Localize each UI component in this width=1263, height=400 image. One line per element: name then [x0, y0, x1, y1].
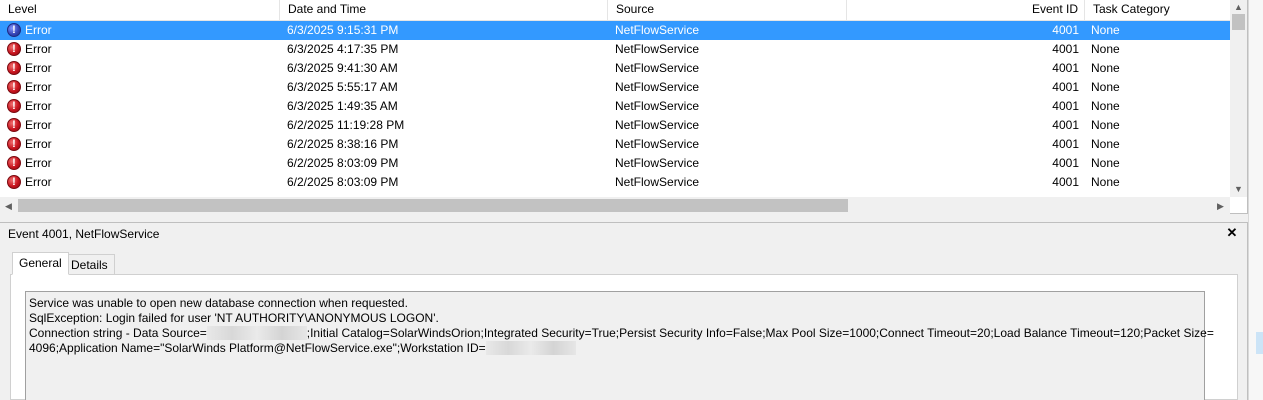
table-row[interactable]: Error 6/2/2025 8:38:16 PM NetFlowService 40…	[0, 135, 1230, 154]
cell-date-time: 6/3/2025 1:49:35 AM	[287, 99, 398, 113]
cell-event-id: 4001	[1052, 23, 1079, 37]
table-row[interactable]: Error 6/3/2025 5:55:17 AM NetFlowService 40…	[0, 78, 1230, 97]
table-row[interactable]: Error 6/3/2025 1:49:35 AM NetFlowService 40…	[0, 97, 1230, 116]
cell-source: NetFlowService	[615, 80, 700, 94]
redacted-workstation-id	[485, 341, 576, 355]
cell-level: Error	[25, 80, 52, 94]
error-icon	[7, 137, 21, 151]
cell-source: NetFlowService	[615, 42, 700, 56]
cell-task-category: None	[1091, 23, 1120, 37]
column-header-level[interactable]: Level	[0, 0, 280, 20]
cell-level: Error	[25, 42, 52, 56]
cell-task-category: None	[1091, 99, 1120, 113]
cell-task-category: None	[1091, 118, 1120, 132]
cell-task-category: None	[1091, 175, 1120, 189]
message-line: Service was unable to open new database …	[29, 296, 408, 310]
horizontal-scroll-thumb[interactable]	[18, 199, 848, 212]
cell-level: Error	[25, 156, 52, 170]
cell-task-category: None	[1091, 80, 1120, 94]
cell-source: NetFlowService	[615, 118, 700, 132]
cell-task-category: None	[1091, 137, 1120, 151]
cell-level: Error	[25, 118, 52, 132]
cell-level: Error	[25, 175, 52, 189]
table-row[interactable]: Error 6/2/2025 8:03:09 PM NetFlowService 40…	[0, 154, 1230, 173]
cell-date-time: 6/3/2025 4:17:35 PM	[287, 42, 399, 56]
column-header-event-id[interactable]: Event ID	[847, 0, 1085, 20]
message-line: Connection string - Data Source= ;Initial…	[29, 326, 1214, 340]
cell-event-id: 4001	[1052, 80, 1079, 94]
cell-task-category: None	[1091, 61, 1120, 75]
error-icon	[7, 175, 21, 189]
cell-level: Error	[25, 137, 52, 151]
error-icon	[7, 61, 21, 75]
close-icon[interactable]: ✕	[1224, 225, 1240, 241]
cell-event-id: 4001	[1052, 137, 1079, 151]
cell-date-time: 6/3/2025 5:55:17 AM	[287, 80, 398, 94]
redacted-data-source	[206, 326, 307, 340]
table-row[interactable]: Error 6/2/2025 11:19:28 PM NetFlowService 4…	[0, 116, 1230, 135]
column-header-task-category[interactable]: Task Category	[1085, 0, 1230, 20]
message-line: SqlException: Login failed for user 'NT …	[29, 311, 439, 325]
scroll-left-icon[interactable]: ◀	[0, 199, 17, 213]
scroll-right-icon[interactable]: ▶	[1212, 199, 1229, 213]
tab-general[interactable]: General	[12, 252, 69, 275]
table-row[interactable]: Error 6/3/2025 9:41:30 AM NetFlowService 40…	[0, 59, 1230, 78]
right-panel-selection	[1256, 332, 1263, 354]
cell-source: NetFlowService	[615, 137, 700, 151]
scroll-up-icon[interactable]: ▲	[1230, 0, 1247, 14]
table-row[interactable]: Error 6/3/2025 9:15:31 PM NetFlowService 40…	[0, 21, 1230, 40]
cell-source: NetFlowService	[615, 61, 700, 75]
error-icon	[7, 156, 21, 170]
cell-event-id: 4001	[1052, 42, 1079, 56]
error-icon	[7, 42, 21, 56]
cell-date-time: 6/2/2025 8:03:09 PM	[287, 175, 399, 189]
cell-source: NetFlowService	[615, 99, 700, 113]
table-row[interactable]: Error 6/3/2025 4:17:35 PM NetFlowService 40…	[0, 40, 1230, 59]
cell-level: Error	[25, 23, 52, 37]
event-list-header: Level Date and Time Source Event ID Task…	[0, 0, 1230, 21]
cell-date-time: 6/3/2025 9:15:31 PM	[287, 23, 399, 37]
event-rows: Error 6/3/2025 9:15:31 PM NetFlowService 40…	[0, 21, 1230, 192]
event-message-box[interactable]: Service was unable to open new database …	[25, 291, 1214, 400]
cell-task-category: None	[1091, 42, 1120, 56]
cell-level: Error	[25, 61, 52, 75]
scroll-down-icon[interactable]: ▼	[1230, 182, 1247, 196]
error-icon	[7, 99, 21, 113]
cell-event-id: 4001	[1052, 99, 1079, 113]
cell-event-id: 4001	[1052, 118, 1079, 132]
cell-event-id: 4001	[1052, 175, 1079, 189]
cell-task-category: None	[1091, 156, 1120, 170]
tab-details[interactable]: Details	[64, 254, 115, 275]
table-row[interactable]: Error 6/2/2025 8:03:09 PM NetFlowService 40…	[0, 173, 1230, 192]
event-details-title: Event 4001, NetFlowService	[8, 227, 160, 241]
cell-date-time: 6/3/2025 9:41:30 AM	[287, 61, 398, 75]
cell-date-time: 6/2/2025 11:19:28 PM	[287, 118, 405, 132]
cell-event-id: 4001	[1052, 61, 1079, 75]
error-icon	[7, 118, 21, 132]
cell-date-time: 6/2/2025 8:38:16 PM	[287, 137, 399, 151]
message-line: 4096;Application Name="SolarWinds Platfo…	[29, 341, 1201, 356]
column-header-source[interactable]: Source	[608, 0, 847, 20]
cell-date-time: 6/2/2025 8:03:09 PM	[287, 156, 399, 170]
cell-level: Error	[25, 99, 52, 113]
vertical-scroll-thumb[interactable]	[1232, 14, 1245, 30]
error-icon	[7, 23, 21, 37]
error-icon	[7, 80, 21, 94]
column-header-date-time[interactable]: Date and Time	[280, 0, 608, 20]
cell-source: NetFlowService	[615, 156, 700, 170]
cell-source: NetFlowService	[615, 23, 700, 37]
cell-source: NetFlowService	[615, 175, 700, 189]
cell-event-id: 4001	[1052, 156, 1079, 170]
